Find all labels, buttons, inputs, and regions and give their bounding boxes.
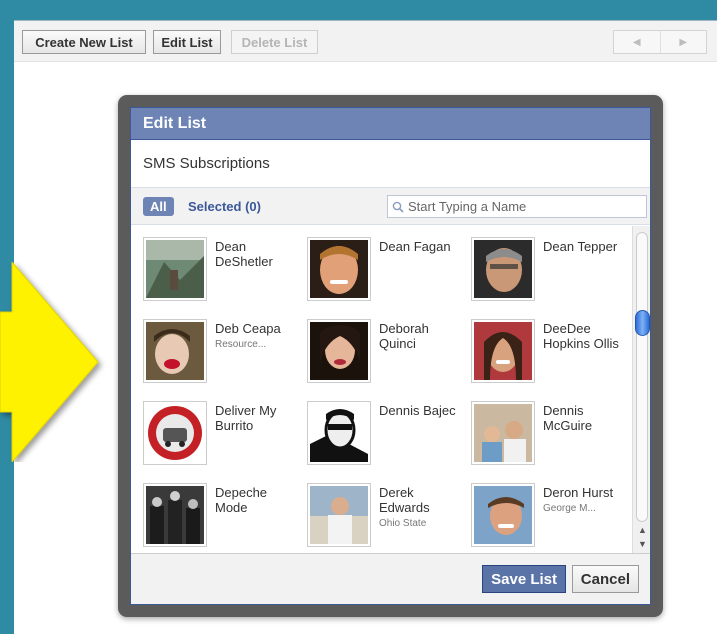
- search-input-box[interactable]: [387, 195, 647, 218]
- friend-item[interactable]: Deb Ceapa Resource...: [131, 308, 291, 383]
- friend-item[interactable]: Deron Hurst George M...: [459, 472, 619, 547]
- friend-photo: [471, 237, 535, 301]
- friend-photo: [307, 401, 371, 465]
- friend-name: DeeDee Hopkins Ollis: [543, 321, 619, 351]
- friend-photo: [307, 483, 371, 547]
- create-new-list-button[interactable]: Create New List: [22, 30, 146, 54]
- friend-photo: [471, 483, 535, 547]
- friend-item[interactable]: Dean DeShetler: [131, 226, 291, 301]
- edit-list-dialog: Edit List SMS Subscriptions All Selected…: [118, 95, 663, 617]
- friend-photo: [143, 237, 207, 301]
- friend-list-scrollbar[interactable]: ▲ ▼: [632, 226, 650, 554]
- friend-item[interactable]: DeeDee Hopkins Ollis: [459, 308, 619, 383]
- friend-photo: [143, 319, 207, 383]
- friend-item[interactable]: Dennis Bajec: [295, 390, 456, 465]
- cancel-button[interactable]: Cancel: [571, 565, 639, 593]
- friend-name: Deliver My Burrito: [215, 403, 277, 433]
- next-page-icon[interactable]: ▶: [659, 31, 707, 53]
- friend-photo: [143, 401, 207, 465]
- friend-network: George M...: [543, 503, 596, 514]
- prev-page-icon[interactable]: ◀: [614, 31, 660, 53]
- filter-all-tab[interactable]: All: [143, 197, 174, 216]
- window-frame-top: [0, 0, 717, 20]
- friend-grid: Dean DeShetler Dean Fagan Dean Tepper De: [131, 226, 632, 554]
- list-toolbar: Create New List Edit List Delete List ◀ …: [14, 21, 717, 62]
- dialog-body: Edit List SMS Subscriptions All Selected…: [130, 107, 651, 605]
- friend-name: Dean DeShetler: [215, 239, 273, 269]
- friend-item[interactable]: Dennis McGuire: [459, 390, 619, 465]
- scrollbar-track[interactable]: [636, 232, 648, 522]
- friend-item[interactable]: Dean Tepper: [459, 226, 619, 301]
- friend-name: Deb Ceapa: [215, 321, 281, 336]
- friend-name: Dean Fagan: [379, 239, 451, 254]
- filter-selected-tab[interactable]: Selected (0): [188, 197, 261, 216]
- friend-name: Dennis McGuire: [543, 403, 593, 433]
- scroll-up-icon[interactable]: ▲: [635, 523, 650, 536]
- friend-network: Ohio State: [379, 518, 427, 529]
- friend-photo: [143, 483, 207, 547]
- friend-photo: [307, 319, 371, 383]
- friend-name: Deborah Quinci: [379, 321, 429, 351]
- friend-photo: [307, 237, 371, 301]
- scrollbar-thumb[interactable]: [635, 310, 650, 336]
- friend-item[interactable]: Dean Fagan: [295, 226, 455, 301]
- friend-name: Depeche Mode: [215, 485, 268, 515]
- delete-list-button[interactable]: Delete List: [231, 30, 318, 54]
- friend-name: Dennis Bajec: [379, 403, 456, 418]
- friend-item[interactable]: Depeche Mode: [131, 472, 291, 547]
- friend-item[interactable]: Deliver My Burrito: [131, 390, 291, 465]
- friend-item[interactable]: Deborah Quinci: [295, 308, 455, 383]
- filter-bar: All Selected (0): [131, 188, 650, 225]
- search-icon: [392, 201, 404, 213]
- save-list-button[interactable]: Save List: [482, 565, 566, 593]
- list-name: SMS Subscriptions: [131, 140, 650, 188]
- dialog-footer: Save List Cancel: [131, 553, 650, 604]
- scroll-down-icon[interactable]: ▼: [635, 537, 650, 550]
- friend-item[interactable]: Derek Edwards Ohio State: [295, 472, 455, 547]
- pager: ◀ ▶: [613, 30, 707, 54]
- friend-photo: [471, 319, 535, 383]
- friend-name: Dean Tepper: [543, 239, 618, 254]
- edit-list-button[interactable]: Edit List: [153, 30, 221, 54]
- search-input[interactable]: [408, 199, 638, 214]
- dialog-title: Edit List: [131, 108, 650, 140]
- friend-network: Resource...: [215, 339, 267, 350]
- friend-name: Derek Edwards: [379, 485, 430, 515]
- friend-photo: [471, 401, 535, 465]
- yellow-arrow-icon: [0, 262, 99, 462]
- friend-name: Deron Hurst: [543, 485, 614, 500]
